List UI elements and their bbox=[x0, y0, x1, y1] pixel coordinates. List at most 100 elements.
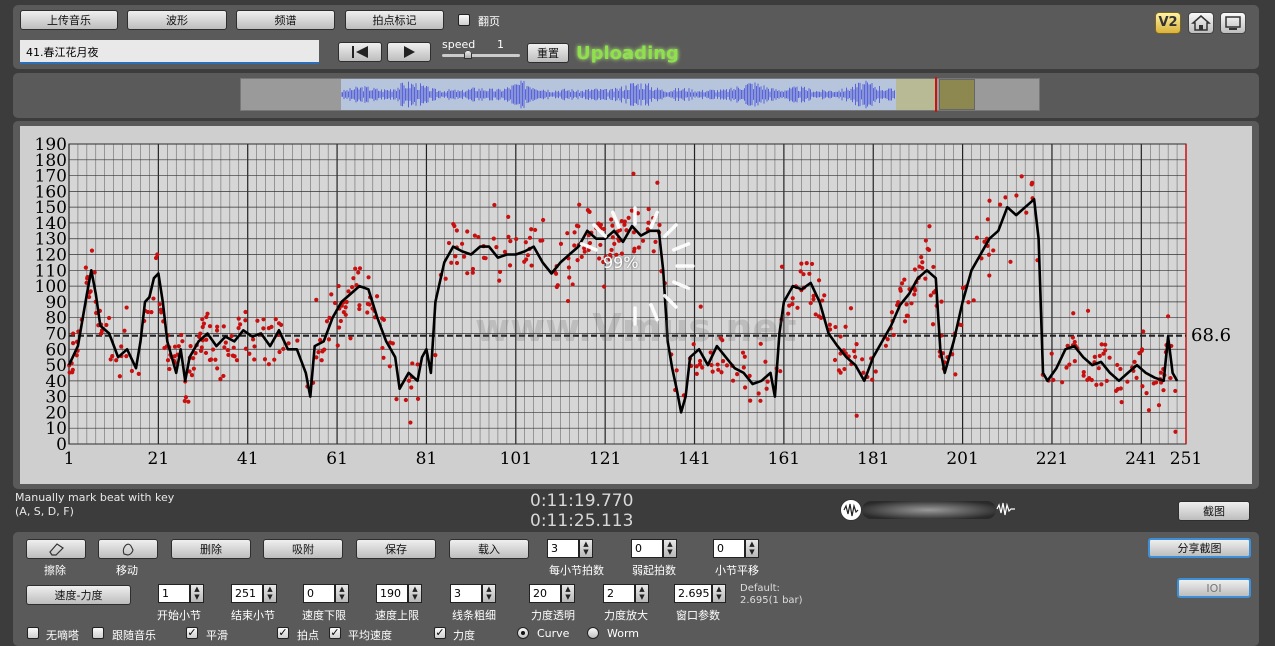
save-button[interactable]: 保存 bbox=[356, 539, 436, 559]
curve-radio[interactable] bbox=[517, 627, 529, 639]
beat-dot bbox=[891, 332, 896, 338]
beat-dot bbox=[1067, 362, 1072, 367]
beat-dot bbox=[165, 358, 171, 363]
beat-dot bbox=[453, 254, 458, 259]
beat-mark-button[interactable]: 拍点标记 bbox=[345, 10, 444, 30]
beat-dot bbox=[966, 300, 971, 305]
page-flip-checkbox[interactable] bbox=[458, 14, 470, 26]
stepper-arrows-icon[interactable]: ▲ ▼ bbox=[745, 539, 759, 558]
stepper-arrows-icon[interactable]: ▲ ▼ bbox=[482, 584, 496, 603]
stepper-arrows-icon[interactable]: ▲ ▼ bbox=[263, 584, 277, 603]
no-click-checkbox[interactable] bbox=[27, 627, 39, 639]
tempo-min-label: 速度下限 bbox=[302, 609, 346, 622]
ioi-button[interactable]: IOI bbox=[1177, 578, 1251, 598]
waveform-window[interactable] bbox=[939, 79, 975, 110]
rewind-button[interactable] bbox=[338, 42, 382, 62]
beat-dot bbox=[374, 294, 380, 299]
volume-control[interactable] bbox=[840, 499, 1015, 522]
beat-dot bbox=[492, 202, 497, 208]
beat-dot bbox=[1132, 359, 1137, 364]
beat-dot bbox=[70, 341, 76, 346]
beat-dot bbox=[295, 338, 300, 343]
stepper-arrows-icon[interactable]: ▲ ▼ bbox=[712, 584, 726, 603]
beat-dot bbox=[939, 299, 944, 304]
beat-dot bbox=[1051, 377, 1056, 383]
stepper-arrows-icon[interactable]: ▲ ▼ bbox=[663, 539, 677, 558]
tempo-dynamics-button[interactable]: 速度-力度 bbox=[26, 585, 131, 605]
beat-dot bbox=[715, 362, 720, 367]
beat-dot bbox=[203, 350, 209, 356]
beat-dot bbox=[234, 358, 240, 363]
move-button[interactable] bbox=[98, 539, 158, 559]
beat-dot bbox=[380, 345, 385, 351]
beat-dot bbox=[238, 322, 243, 327]
smooth-checkbox[interactable]: ✓ bbox=[186, 627, 198, 639]
stepper-arrows-icon[interactable]: ▲ ▼ bbox=[408, 584, 422, 603]
beat-dot bbox=[870, 377, 875, 382]
beat-dot bbox=[452, 223, 457, 229]
beat-dot bbox=[1168, 375, 1173, 381]
beat-dot bbox=[155, 252, 160, 257]
beat-dot bbox=[70, 367, 75, 372]
beat-dot bbox=[230, 353, 236, 358]
stepper-arrows-icon[interactable]: ▲ ▼ bbox=[190, 584, 204, 603]
snap-button[interactable]: 吸附 bbox=[263, 539, 343, 559]
play-button[interactable] bbox=[387, 42, 431, 62]
beat-dot bbox=[449, 260, 454, 265]
share-screenshot-button[interactable]: 分享截图 bbox=[1148, 538, 1251, 558]
spinner-tick bbox=[649, 303, 659, 322]
spinner-tick bbox=[672, 280, 691, 290]
beat-dot bbox=[801, 272, 806, 277]
load-button[interactable]: 载入 bbox=[449, 539, 529, 559]
beat-dot bbox=[443, 276, 448, 281]
beat-dot bbox=[1049, 351, 1054, 356]
dynamics-checkbox[interactable]: ✓ bbox=[434, 627, 446, 639]
loading-spinner: 99% bbox=[575, 191, 695, 336]
spectrum-button[interactable]: 频谱 bbox=[236, 10, 335, 30]
waveform-button[interactable]: 波形 bbox=[127, 10, 227, 30]
beat-dot bbox=[808, 300, 813, 306]
volume-slider[interactable] bbox=[862, 501, 996, 519]
reset-button[interactable]: 重置 bbox=[527, 43, 569, 63]
beat-dot bbox=[243, 318, 248, 323]
beat-dot bbox=[188, 344, 193, 349]
screen-icon[interactable] bbox=[1220, 12, 1246, 34]
beat-dot bbox=[1094, 382, 1099, 387]
follow-music-checkbox[interactable] bbox=[92, 627, 104, 639]
beat-dot bbox=[742, 354, 747, 359]
beat-dot bbox=[694, 364, 699, 369]
x-tick-label: 221 bbox=[1036, 449, 1068, 469]
stepper-arrows-icon[interactable]: ▲ ▼ bbox=[561, 584, 575, 603]
home-icon[interactable] bbox=[1188, 12, 1214, 34]
beat-dot bbox=[252, 344, 257, 349]
speed-slider[interactable] bbox=[442, 50, 520, 59]
beat-dot bbox=[843, 324, 848, 329]
beats-per-bar-label: 每小节拍数 bbox=[549, 564, 604, 577]
beat-dot bbox=[269, 324, 274, 329]
end-time: 0:11:25.113 bbox=[530, 511, 634, 531]
stepper-arrows-icon[interactable]: ▲ ▼ bbox=[579, 539, 593, 558]
waveform-overview[interactable] bbox=[240, 77, 1040, 112]
avg-tempo-checkbox[interactable]: ✓ bbox=[329, 627, 341, 639]
beat-dot bbox=[1139, 348, 1144, 353]
beat-dot bbox=[261, 317, 266, 322]
beat-dot bbox=[1119, 399, 1124, 405]
beat-dot bbox=[533, 227, 538, 233]
beat-dot bbox=[904, 313, 909, 318]
beat-dot bbox=[231, 345, 236, 350]
upload-music-button[interactable]: 上传音乐 bbox=[20, 10, 118, 30]
beat-dot bbox=[381, 355, 386, 360]
erase-button[interactable] bbox=[26, 539, 86, 559]
beat-dot bbox=[454, 260, 460, 266]
beat-dot bbox=[987, 198, 992, 203]
delete-button[interactable]: 删除 bbox=[171, 539, 251, 559]
stepper-arrows-icon[interactable]: ▲ ▼ bbox=[335, 584, 349, 603]
v2-icon[interactable]: V2 bbox=[1155, 12, 1181, 34]
beat-dot bbox=[357, 266, 363, 271]
beats-checkbox[interactable]: ✓ bbox=[277, 627, 289, 639]
screenshot-button[interactable]: 截图 bbox=[1178, 501, 1250, 521]
playhead-marker[interactable] bbox=[935, 77, 937, 112]
worm-radio[interactable] bbox=[587, 627, 599, 639]
stepper-arrows-icon[interactable]: ▲ ▼ bbox=[635, 584, 649, 603]
song-title-field[interactable]: 41.春江花月夜 bbox=[20, 40, 319, 64]
